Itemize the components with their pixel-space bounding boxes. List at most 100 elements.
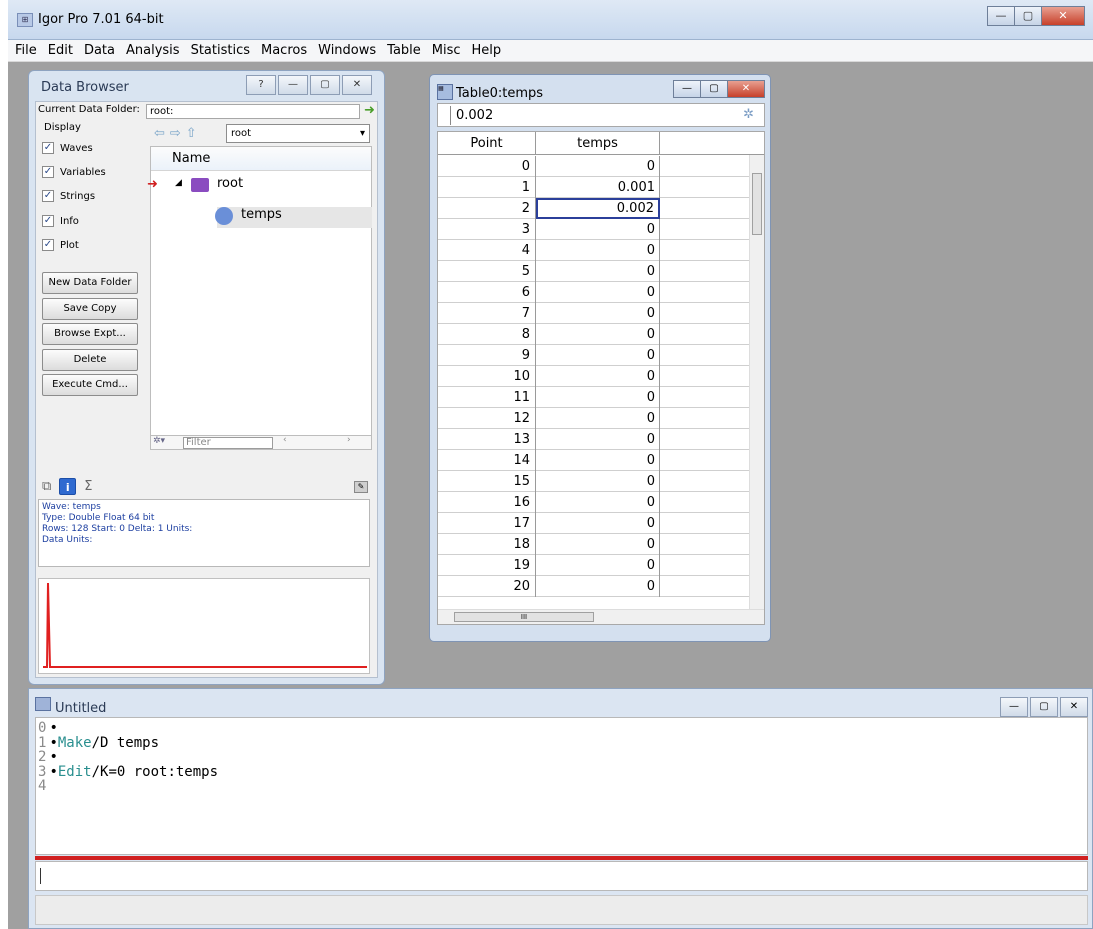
scroll-left-icon[interactable]: ‹ <box>283 435 287 445</box>
filter-input[interactable]: Filter <box>183 437 273 449</box>
minimize-icon[interactable]: — <box>673 80 701 98</box>
table-row[interactable]: 50 <box>438 261 750 282</box>
expand-triangle-icon[interactable]: ◢ <box>175 178 182 188</box>
menu-data[interactable]: Data <box>79 43 121 58</box>
table-row[interactable]: 2 0.002 <box>438 198 750 219</box>
menu-file[interactable]: File <box>10 43 43 58</box>
horizontal-scrollbar[interactable]: III <box>438 609 764 624</box>
table-row[interactable]: 10 0 <box>438 366 750 387</box>
close-icon[interactable]: ✕ <box>1060 697 1088 717</box>
browse-expt-button[interactable]: Browse Expt... <box>42 323 138 345</box>
menu-misc[interactable]: Misc <box>427 43 467 58</box>
maximize-icon[interactable]: ▢ <box>700 80 728 98</box>
table-row[interactable]: 60 <box>438 282 750 303</box>
value-cell[interactable]: 0 <box>536 555 660 576</box>
table-row[interactable]: 13 0 <box>438 429 750 450</box>
notepad-icon[interactable]: ✎ <box>354 481 368 493</box>
scroll-right-icon[interactable]: › <box>347 435 351 445</box>
value-cell[interactable]: 0 <box>536 534 660 555</box>
variables-checkbox[interactable]: ✓ Variables <box>42 166 106 178</box>
waves-checkbox[interactable]: ✓ Waves <box>42 142 93 154</box>
table-row[interactable]: 40 <box>438 240 750 261</box>
table-grid[interactable]: Point temps 0 0 1 0.001 2 0.002 3 0 4 0 5 0 6 0 7 0 8 0 9 0… <box>437 131 765 625</box>
sigma-icon[interactable]: Σ <box>84 479 92 494</box>
value-cell[interactable]: 0 <box>536 471 660 492</box>
tree-name-header[interactable]: Name <box>151 147 371 171</box>
value-cell[interactable]: 0 <box>536 387 660 408</box>
scroll-thumb[interactable] <box>752 173 762 235</box>
history-divider[interactable] <box>35 856 1088 860</box>
execute-cmd-button[interactable]: Execute Cmd... <box>42 374 138 396</box>
value-cell[interactable]: 0 <box>536 219 660 240</box>
column-header-point[interactable]: Point <box>438 132 536 155</box>
table-row[interactable]: 30 <box>438 219 750 240</box>
scroll-thumb[interactable]: III <box>454 612 594 622</box>
tree-item-temps[interactable]: temps <box>241 207 282 222</box>
table-row[interactable]: 20 0 <box>438 576 750 597</box>
minimize-icon[interactable]: — <box>1000 697 1028 717</box>
column-header-temps[interactable]: temps <box>536 132 660 155</box>
table-row[interactable]: 11 0 <box>438 387 750 408</box>
close-icon[interactable]: ✕ <box>727 80 765 98</box>
command-history[interactable]: 0 • 1 •Make/D temps 2 • 3 •Edit/K=0 root:temps 4 <box>35 717 1088 855</box>
value-cell[interactable]: 0 <box>536 261 660 282</box>
menu-windows[interactable]: Windows <box>313 43 382 58</box>
menu-table[interactable]: Table <box>382 43 427 58</box>
filter-gear-icon[interactable]: ✲▾ <box>153 436 165 446</box>
table-row[interactable]: 90 <box>438 345 750 366</box>
table-row[interactable]: 12 0 <box>438 408 750 429</box>
entry-field[interactable]: 0.002 <box>450 106 720 125</box>
go-arrow-icon[interactable]: ➜ <box>364 103 375 118</box>
data-tree[interactable]: Name ➜ ◢ root temps <box>147 146 372 436</box>
info-checkbox[interactable]: ✓ Info <box>42 215 79 227</box>
menu-macros[interactable]: Macros <box>256 43 313 58</box>
value-cell[interactable]: 0.002 <box>536 198 660 219</box>
menu-analysis[interactable]: Analysis <box>121 43 186 58</box>
table-row[interactable]: 14 0 <box>438 450 750 471</box>
command-line-input[interactable] <box>35 861 1088 891</box>
table-row[interactable]: 16 0 <box>438 492 750 513</box>
maximize-icon[interactable]: ▢ <box>310 75 340 95</box>
value-cell[interactable]: 0 <box>536 408 660 429</box>
table-row[interactable]: 00 <box>438 156 750 177</box>
info-icon[interactable]: i <box>59 478 77 495</box>
value-cell[interactable]: 0 <box>536 156 660 177</box>
tree-item-root[interactable]: root <box>217 176 243 191</box>
table-row[interactable]: 80 <box>438 324 750 345</box>
value-cell[interactable]: 0 <box>536 450 660 471</box>
minimize-icon[interactable]: — <box>987 6 1015 26</box>
close-icon[interactable]: ✕ <box>342 75 372 95</box>
value-cell[interactable]: 0 <box>536 492 660 513</box>
value-cell[interactable]: 0 <box>536 576 660 597</box>
table-row[interactable]: 15 0 <box>438 471 750 492</box>
value-cell[interactable]: 0 <box>536 240 660 261</box>
vertical-scrollbar[interactable] <box>749 155 764 609</box>
value-cell[interactable]: 0 <box>536 366 660 387</box>
maximize-icon[interactable]: ▢ <box>1030 697 1058 717</box>
close-icon[interactable]: ✕ <box>1041 6 1085 26</box>
copy-icon[interactable]: ⧉ <box>42 479 51 494</box>
value-cell[interactable]: 0 <box>536 429 660 450</box>
save-copy-button[interactable]: Save Copy <box>42 298 138 320</box>
help-icon[interactable]: ? <box>246 75 276 95</box>
value-cell[interactable]: 0 <box>536 513 660 534</box>
table-row[interactable]: 70 <box>438 303 750 324</box>
current-folder-field[interactable]: root: <box>146 104 360 119</box>
plot-checkbox[interactable]: ✓ Plot <box>42 239 79 251</box>
new-data-folder-button[interactable]: New Data Folder <box>42 272 138 294</box>
maximize-icon[interactable]: ▢ <box>1014 6 1042 26</box>
table-row[interactable]: 18 0 <box>438 534 750 555</box>
delete-button[interactable]: Delete <box>42 349 138 371</box>
value-cell[interactable]: 0.001 <box>536 177 660 198</box>
value-cell[interactable]: 0 <box>536 303 660 324</box>
folder-select[interactable]: root <box>226 124 370 143</box>
menu-statistics[interactable]: Statistics <box>186 43 256 58</box>
value-cell[interactable]: 0 <box>536 324 660 345</box>
minimize-icon[interactable]: — <box>278 75 308 95</box>
value-cell[interactable]: 0 <box>536 282 660 303</box>
table-row[interactable]: 19 0 <box>438 555 750 576</box>
menu-edit[interactable]: Edit <box>43 43 79 58</box>
table-row[interactable]: 17 0 <box>438 513 750 534</box>
menu-help[interactable]: Help <box>467 43 508 58</box>
value-cell[interactable]: 0 <box>536 345 660 366</box>
